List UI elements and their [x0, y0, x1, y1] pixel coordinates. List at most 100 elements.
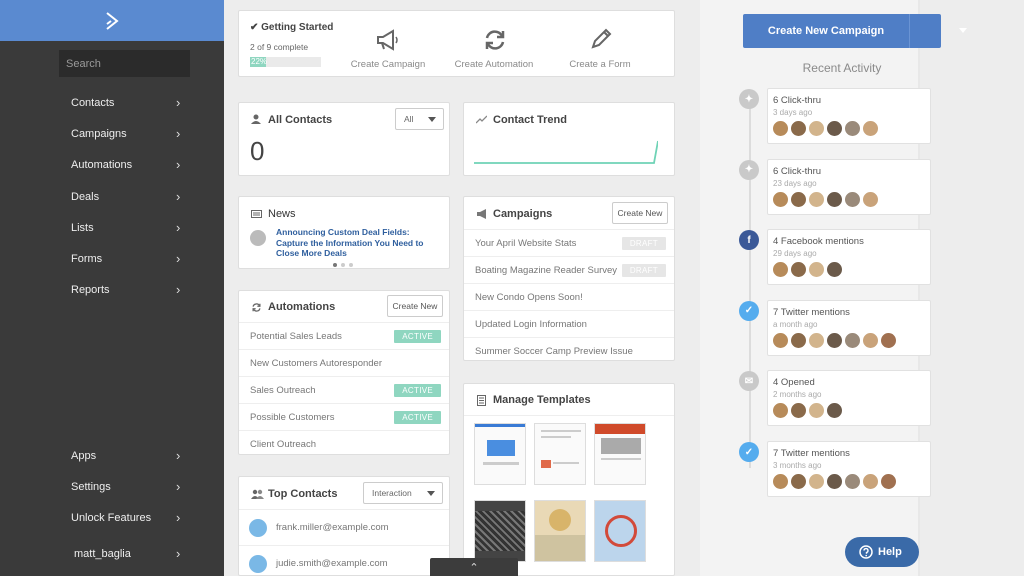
create-automation-button[interactable]: Create New [387, 295, 443, 317]
avatar[interactable] [827, 191, 842, 207]
avatar[interactable] [863, 332, 878, 348]
avatar[interactable] [791, 332, 806, 348]
avatar[interactable] [809, 191, 824, 207]
create-new-campaign-button[interactable]: Create New Campaign [743, 14, 967, 48]
avatar[interactable] [845, 121, 860, 136]
sidebar-item-lists[interactable]: Lists › [0, 214, 224, 242]
avatar [249, 555, 267, 573]
automation-row[interactable]: New Customers Autoresponder [239, 349, 449, 376]
avatar[interactable] [863, 191, 878, 207]
avatar[interactable] [809, 121, 824, 136]
top-contacts-title: Top Contacts [268, 488, 338, 500]
create-automation-label: Create Automation [454, 59, 534, 70]
sidebar-item-unlock-features[interactable]: Unlock Features › [0, 504, 224, 532]
template-thumbnail[interactable] [594, 500, 646, 562]
avatar[interactable] [809, 262, 824, 278]
avatar[interactable] [845, 474, 860, 489]
campaign-row[interactable]: Your April Website Stats DRAFT [464, 229, 674, 256]
campaign-row[interactable]: Boating Magazine Reader Survey DRAFT [464, 256, 674, 283]
automation-row[interactable]: Client Outreach [239, 430, 449, 457]
pager-dot[interactable] [349, 263, 353, 267]
campaign-row[interactable]: Updated Login Information [464, 310, 674, 337]
avatar[interactable] [791, 121, 806, 136]
avatar[interactable] [827, 403, 842, 419]
template-thumbnail[interactable] [474, 500, 526, 562]
avatar[interactable] [809, 332, 824, 348]
sidebar-item-contacts[interactable]: Contacts › [0, 89, 224, 117]
avatar[interactable] [827, 121, 842, 136]
campaign-row[interactable]: Summer Soccer Camp Preview Issue [464, 337, 674, 364]
chevron-down-icon[interactable] [959, 28, 967, 33]
template-thumbnail[interactable] [534, 500, 586, 562]
avatar[interactable] [827, 332, 842, 348]
all-contacts-card: All Contacts All 0 [238, 102, 450, 176]
sidebar-item-user[interactable]: matt_baglia › [0, 540, 224, 568]
sidebar-item-campaigns[interactable]: Campaigns › [0, 120, 224, 148]
activity-card[interactable]: 4 Facebook mentions 29 days ago [767, 229, 931, 286]
contact-row[interactable]: judie.smith@example.com [239, 545, 449, 576]
contacts-filter-select[interactable]: All [395, 108, 444, 130]
avatar[interactable] [791, 262, 806, 278]
automations-title: Automations [268, 301, 336, 313]
automation-row[interactable]: Possible Customers ACTIVE [239, 403, 449, 430]
activity-card[interactable]: 7 Twitter mentions a month ago [767, 299, 931, 356]
sidebar-item-forms[interactable]: Forms › [0, 245, 224, 273]
avatar[interactable] [773, 121, 788, 136]
sidebar-item-apps[interactable]: Apps › [0, 442, 224, 470]
scroll-up-button[interactable]: ⌃ [430, 558, 518, 576]
activity-card[interactable]: 6 Click-thru 23 days ago [767, 158, 931, 215]
sidebar: Contacts› Campaigns› Automations› Deals› Lis… [0, 0, 224, 576]
avatar[interactable] [881, 332, 896, 348]
avatar[interactable] [845, 191, 860, 207]
avatar[interactable] [773, 191, 788, 207]
sidebar-item-label: Lists [71, 221, 94, 234]
people-icon [251, 489, 264, 499]
chevron-up-icon: ⌃ [469, 561, 479, 574]
avatar[interactable] [791, 191, 806, 207]
avatar[interactable] [791, 474, 806, 489]
news-headline-link[interactable]: Announcing Custom Deal Fields: Capture t… [276, 227, 442, 259]
sidebar-item-settings[interactable]: Settings › [0, 473, 224, 501]
avatar[interactable] [773, 403, 788, 419]
avatar[interactable] [773, 332, 788, 348]
news-pager[interactable] [333, 263, 353, 267]
activity-card[interactable]: 4 Opened 2 months ago [767, 370, 931, 427]
activity-card[interactable]: 6 Click-thru 3 days ago [767, 88, 931, 144]
pager-dot-active[interactable] [333, 263, 337, 267]
search-input[interactable] [59, 50, 190, 77]
logo[interactable] [0, 0, 224, 41]
avatar[interactable] [773, 474, 788, 489]
avatar[interactable] [863, 121, 878, 136]
avatar[interactable] [827, 474, 842, 489]
avatar[interactable] [863, 474, 878, 489]
avatar[interactable] [791, 403, 806, 419]
sidebar-item-label: Unlock Features [71, 512, 152, 525]
news-author-avatar [250, 230, 266, 246]
campaign-row[interactable]: New Condo Opens Soon! [464, 283, 674, 310]
automation-row[interactable]: Sales Outreach ACTIVE [239, 376, 449, 403]
pointer-icon: ✦ [739, 159, 759, 180]
create-campaign-button[interactable]: Create New [612, 202, 668, 224]
avatar[interactable] [773, 262, 788, 278]
avatar[interactable] [827, 262, 842, 278]
avatar[interactable] [881, 474, 896, 489]
activity-card[interactable]: 7 Twitter mentions 3 months ago [767, 441, 931, 497]
top-contacts-filter-select[interactable]: Interaction [363, 482, 443, 504]
pager-dot[interactable] [341, 263, 345, 267]
avatar[interactable] [809, 474, 824, 489]
campaign-name: New Condo Opens Soon! [475, 291, 583, 303]
create-form-label: Create a Form [569, 59, 631, 70]
template-thumbnail[interactable] [474, 423, 526, 485]
contact-row[interactable]: frank.miller@example.com [239, 509, 449, 545]
avatar[interactable] [845, 332, 860, 348]
template-thumbnail[interactable] [594, 423, 646, 485]
help-button[interactable]: Help [845, 537, 919, 567]
avatar[interactable] [809, 403, 824, 419]
sidebar-item-reports[interactable]: Reports › [0, 276, 224, 304]
sidebar-item-deals[interactable]: Deals › [0, 183, 224, 211]
automation-row[interactable]: Potential Sales Leads ACTIVE [239, 322, 449, 349]
sidebar-item-automations[interactable]: Automations › [0, 151, 224, 179]
chevron-right-icon: › [176, 479, 181, 495]
template-thumbnail[interactable] [534, 423, 586, 485]
chevron-right-icon: › [176, 157, 181, 173]
